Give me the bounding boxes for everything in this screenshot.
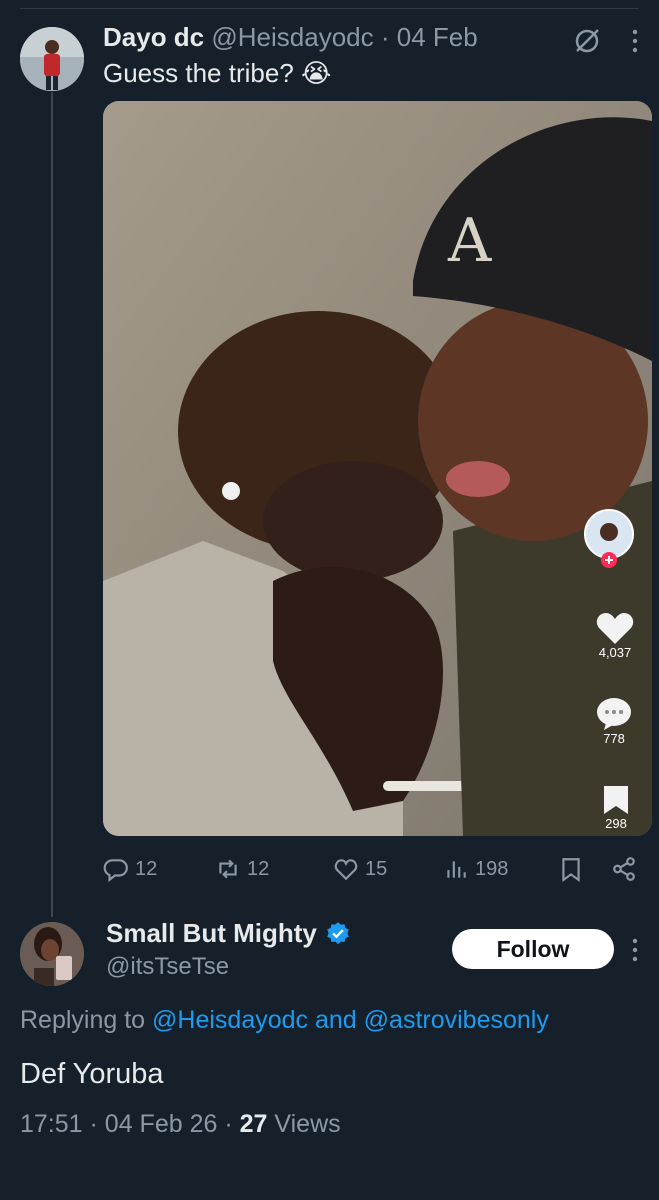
reply-metadata: 17:51 · 04 Feb 26 · 27 Views [20,1110,341,1139]
tweet-text: Guess the tribe? 😭 [103,58,332,88]
reply-button[interactable]: 12 [103,856,157,882]
reply-view-count: 27 [239,1110,268,1138]
mention-link[interactable]: @Heisdayodc [152,1006,308,1034]
reply-author: Small But Mighty [106,918,351,949]
verified-badge-icon [327,921,349,944]
tiktok-creator-avatar [583,508,635,568]
views-label: Views [274,1110,341,1138]
reply-author-name[interactable]: Small But Mighty [106,918,317,949]
more-options-icon[interactable] [630,28,640,59]
svg-text:A: A [447,206,492,276]
tiktok-save: 298 [602,784,630,831]
tiktok-comment-count: 778 [603,731,625,746]
avatar[interactable] [20,27,84,91]
reply-author-handle[interactable]: @itsTseTse [106,953,229,981]
separator-dot: · [89,1110,98,1138]
tweet-media-image[interactable]: A 4,037 778 298 [103,101,652,836]
top-divider [20,8,639,9]
more-options-icon[interactable] [630,937,640,968]
reply-text: Def Yoruba [20,1058,164,1090]
comment-icon [597,698,631,730]
heart-icon [596,613,634,644]
follow-button[interactable]: Follow [452,929,614,969]
like-count: 15 [365,857,388,880]
bookmark-icon [604,786,628,814]
tiktok-comment: 778 [596,697,632,746]
replying-prefix: Replying to [20,1006,146,1034]
replying-to-line: Replying to @Heisdayodc and @astrovibeso… [20,1006,549,1035]
separator-dot: · [380,22,390,52]
view-count: 198 [475,857,509,880]
share-button[interactable] [611,856,637,882]
avatar[interactable] [20,922,84,986]
author-handle[interactable]: @Heisdayodc [211,22,373,52]
tweet-action-bar: 12 12 15 198 [103,856,648,886]
replying-and[interactable]: and [315,1006,357,1034]
reply-icon [103,859,128,882]
repost-button[interactable]: 12 [215,856,269,882]
reply-count: 12 [135,857,158,880]
tiktok-save-count: 298 [605,816,627,831]
bookmark-button[interactable] [558,856,584,882]
bookmark-icon [562,858,580,882]
grok-icon[interactable] [572,26,602,61]
like-button[interactable]: 15 [333,856,387,882]
repost-icon [219,859,237,879]
mention-link[interactable]: @astrovibesonly [364,1006,549,1034]
tweet-header: Dayo dc @Heisdayodc · 04 Feb [103,22,478,53]
reply-time[interactable]: 17:51 [20,1110,83,1138]
analytics-icon [447,861,466,878]
share-icon [613,857,635,881]
thread-connector-line [51,92,53,917]
views-button[interactable]: 198 [443,856,508,882]
reply-date[interactable]: 04 Feb 26 [105,1110,218,1138]
tiktok-like-count: 4,037 [598,645,632,660]
heart-icon [334,859,358,881]
tweet-date[interactable]: 04 Feb [397,22,478,52]
tiktok-like: 4,037 [596,611,634,660]
author-name[interactable]: Dayo dc [103,22,204,52]
repost-count: 12 [247,857,270,880]
separator-dot: · [224,1110,233,1138]
